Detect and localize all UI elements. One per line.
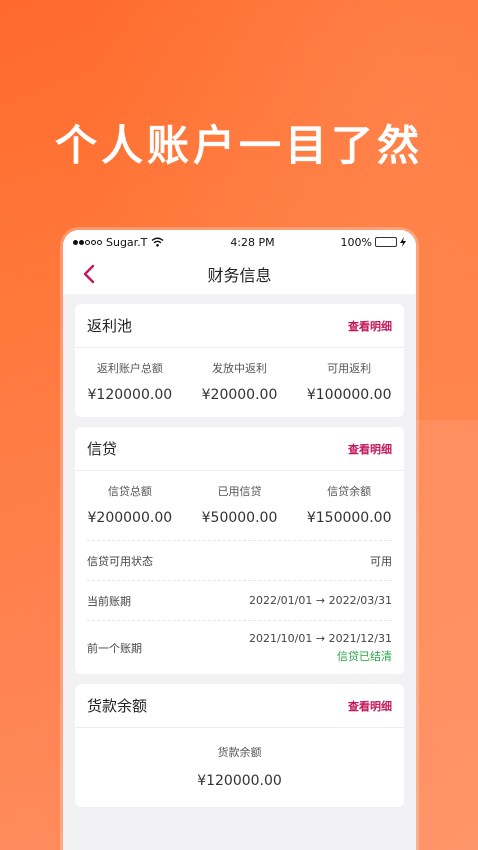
- credit-card: 信贷 查看明细 信贷总额 ¥200000.00 已用信贷 ¥50000.00 信…: [75, 427, 404, 674]
- current-period-row: 当前账期 2022/01/01 → 2022/03/31: [87, 580, 392, 620]
- signal-icon: [73, 239, 102, 245]
- credit-header: 信贷 查看明细: [75, 427, 404, 471]
- settled-status-note: 信贷已结清: [337, 649, 392, 663]
- row-label: 前一个账期: [87, 641, 142, 655]
- promo-headline: 个人账户一目了然: [54, 121, 423, 170]
- credit-status-row: 信贷可用状态 可用: [87, 540, 392, 580]
- page-title: 财务信息: [207, 266, 272, 285]
- back-chevron-icon[interactable]: [81, 264, 99, 284]
- stat-label: 发放中返利: [212, 362, 267, 375]
- stat-label: 已用信贷: [217, 485, 262, 498]
- wifi-icon: [151, 237, 164, 247]
- rebate-pool-stats: 返利账户总额 ¥120000.00 发放中返利 ¥20000.00 可用返利 ¥…: [75, 348, 404, 417]
- status-left: Sugar.T: [73, 236, 164, 249]
- carrier-name: Sugar.T: [106, 235, 148, 249]
- battery-icon: [375, 237, 397, 247]
- nav-bar: 财务信息: [63, 254, 416, 294]
- stat-value: ¥150000.00: [306, 510, 392, 526]
- payment-balance-title: 货款余额: [87, 697, 148, 715]
- status-right: 100%: [341, 236, 406, 249]
- payment-balance-card: 货款余额 查看明细 货款余额 ¥120000.00: [75, 684, 404, 807]
- stat-rebate-issuing: 发放中返利 ¥20000.00: [185, 360, 295, 403]
- status-time: 4:28 PM: [230, 235, 275, 249]
- row-value: 2022/01/01 → 2022/03/31: [248, 594, 392, 607]
- phone-screen: Sugar.T 4:28 PM 100% 财务信息 返利池 查看明细 返利账户总…: [63, 230, 416, 850]
- previous-period-row: 前一个账期 2021/10/01 → 2021/12/31 信贷已结清: [87, 620, 392, 674]
- status-bar: Sugar.T 4:28 PM 100%: [63, 230, 416, 254]
- stat-credit-total: 信贷总额 ¥200000.00: [75, 483, 185, 526]
- stat-value: ¥120000.00: [197, 773, 282, 789]
- rebate-pool-detail-link[interactable]: 查看明细: [348, 318, 392, 334]
- stat-credit-balance: 信贷余额 ¥150000.00: [294, 483, 404, 526]
- stat-label: 信贷余额: [327, 485, 372, 498]
- stat-credit-used: 已用信贷 ¥50000.00: [185, 483, 295, 526]
- stat-value: ¥100000.00: [306, 387, 392, 403]
- stat-value: ¥50000.00: [201, 510, 278, 526]
- stat-label: 信贷总额: [107, 485, 152, 498]
- row-label: 当前账期: [87, 594, 131, 608]
- stat-label: 返利账户总额: [96, 362, 163, 375]
- payment-balance-detail-link[interactable]: 查看明细: [348, 698, 392, 714]
- stat-value: ¥20000.00: [201, 387, 278, 403]
- payment-balance-header: 货款余额 查看明细: [75, 684, 404, 728]
- payment-balance-stat: 货款余额 ¥120000.00: [75, 728, 404, 807]
- stat-value: ¥200000.00: [87, 510, 173, 526]
- credit-title: 信贷: [87, 440, 118, 458]
- stat-value: ¥120000.00: [87, 387, 173, 403]
- stat-label: 可用返利: [327, 362, 372, 375]
- rebate-pool-card: 返利池 查看明细 返利账户总额 ¥120000.00 发放中返利 ¥20000.…: [75, 304, 404, 417]
- stat-rebate-total: 返利账户总额 ¥120000.00: [75, 360, 185, 403]
- row-value-group: 2021/10/01 → 2021/12/31 信贷已结清: [249, 632, 392, 664]
- row-label: 信贷可用状态: [87, 554, 153, 568]
- rebate-pool-title: 返利池: [87, 317, 133, 335]
- row-value: 可用: [370, 554, 392, 568]
- rebate-pool-header: 返利池 查看明细: [75, 304, 404, 348]
- stat-label: 货款余额: [217, 746, 262, 759]
- credit-stats: 信贷总额 ¥200000.00 已用信贷 ¥50000.00 信贷余额 ¥150…: [75, 471, 404, 540]
- row-value: 2021/10/01 → 2021/12/31: [248, 631, 392, 645]
- credit-detail-link[interactable]: 查看明细: [348, 441, 392, 457]
- battery-percent: 100%: [340, 235, 372, 249]
- charging-icon: [400, 237, 406, 247]
- stat-rebate-available: 可用返利 ¥100000.00: [294, 360, 404, 403]
